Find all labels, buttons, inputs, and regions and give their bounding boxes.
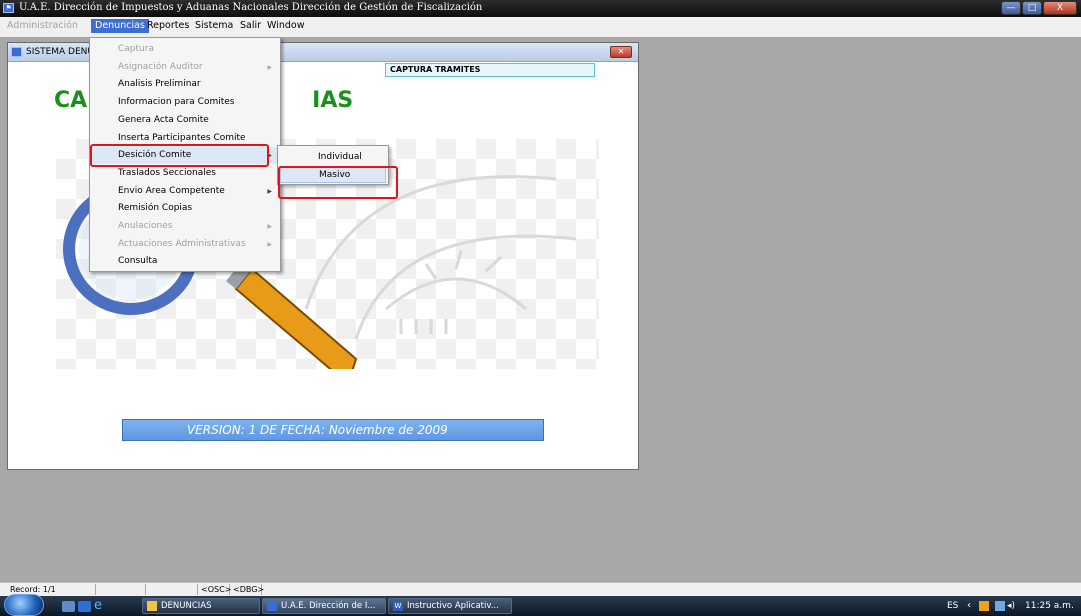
submenu-arrow-icon: ▶	[267, 187, 272, 195]
osc-indicator: <OSC>	[198, 584, 231, 595]
volume-icon[interactable]: ◂)	[1007, 596, 1015, 616]
dropdown-item[interactable]: Genera Acta Comite	[92, 112, 278, 129]
magnifier-handle-icon	[234, 267, 358, 369]
submenu-arrow-icon: ▶	[267, 223, 272, 230]
app-icon: ⚑	[3, 3, 14, 13]
emblem-icon	[304, 175, 577, 340]
show-desktop-icon[interactable]	[62, 601, 75, 612]
minimize-button[interactable]: —	[1001, 1, 1021, 15]
dropdown-item[interactable]: Traslados Seccionales	[92, 165, 278, 182]
close-button[interactable]: X	[1043, 1, 1077, 15]
dropdown-item[interactable]: Remisión Copias	[92, 200, 278, 217]
menu-reportes[interactable]: Reportes	[143, 19, 193, 33]
app-task-icon	[267, 601, 277, 611]
task-uae[interactable]: U.A.E. Dirección de I...	[262, 598, 386, 614]
captura-tramites-label: CAPTURA TRAMITES	[385, 63, 595, 77]
submenu-arrow-icon: ▶	[267, 63, 272, 71]
menu-window[interactable]: Window	[263, 19, 308, 33]
network-icon[interactable]	[995, 601, 1005, 611]
dropdown-item[interactable]: Asignación Auditor ▶	[92, 59, 278, 76]
status-segment-blank2	[146, 584, 198, 595]
window-controls: — □ X	[1001, 1, 1077, 15]
inner-window-icon	[11, 47, 22, 57]
dropdown-item[interactable]: Envio Area Competente ▶	[92, 183, 278, 200]
language-indicator[interactable]: ES	[947, 596, 958, 616]
task-denuncias-label: DENUNCIAS	[161, 601, 212, 611]
menu-sistema[interactable]: Sistema	[191, 19, 237, 33]
start-button[interactable]	[4, 594, 44, 616]
page-title-right: IAS	[312, 88, 354, 113]
word-icon: W	[393, 601, 403, 611]
dropdown-item[interactable]: Actuaciones Administrativas ▶	[92, 236, 278, 253]
clock[interactable]: 11:25 a.m.	[1025, 596, 1074, 616]
submenu-item-individual[interactable]: Individual	[280, 149, 386, 166]
window-switcher-icon[interactable]	[78, 601, 91, 612]
status-segment-blank	[96, 584, 146, 595]
task-instructivo-label: Instructivo Aplicativ...	[407, 601, 499, 611]
system-tray: ES ‹ ◂) 11:25 a.m.	[941, 596, 1081, 616]
folder-icon	[147, 601, 157, 611]
maximize-button[interactable]: □	[1022, 1, 1042, 15]
dropdown-item[interactable]: Analisis Preliminar	[92, 76, 278, 93]
dropdown-item[interactable]: Informacion para Comites	[92, 94, 278, 111]
dropdown-item[interactable]: Consulta	[92, 253, 278, 270]
inner-close-button[interactable]: ✕	[610, 46, 632, 58]
taskbar: e DENUNCIAS U.A.E. Dirección de I... W I…	[0, 594, 1081, 616]
submenu-arrow-icon: ▶	[267, 240, 272, 248]
status-bar: Record: 1/1 <OSC> <DBG>	[0, 582, 1081, 596]
menu-bar: Administración Denuncias Reportes Sistem…	[0, 17, 1081, 37]
security-icon[interactable]	[979, 601, 989, 611]
window-title-bar[interactable]: ⚑ U.A.E. Dirección de Impuestos y Aduana…	[0, 0, 1081, 17]
menu-administracion[interactable]: Administración	[3, 19, 82, 33]
dropdown-item[interactable]: Captura	[92, 41, 278, 58]
tray-expand-icon[interactable]: ‹	[967, 596, 971, 616]
task-uae-label: U.A.E. Dirección de I...	[281, 601, 376, 611]
menu-denuncias[interactable]: Denuncias	[91, 19, 149, 33]
inner-window-title: SISTEMA DENU	[26, 47, 94, 57]
dropdown-item[interactable]: Anulaciones ▶	[92, 218, 278, 235]
menu-salir[interactable]: Salir	[236, 19, 265, 33]
version-banner: VERSION: 1 DE FECHA: Noviembre de 2009	[122, 419, 544, 441]
page-title-left: CA	[54, 88, 88, 113]
task-denuncias[interactable]: DENUNCIAS	[142, 598, 260, 614]
internet-explorer-icon[interactable]: e	[94, 599, 107, 612]
annotation-highlight-decision	[90, 144, 269, 167]
dbg-indicator: <DBG>	[230, 584, 264, 595]
window-title: U.A.E. Dirección de Impuestos y Aduanas …	[19, 2, 483, 13]
annotation-highlight-masivo	[278, 166, 398, 199]
task-instructivo[interactable]: W Instructivo Aplicativ...	[388, 598, 512, 614]
